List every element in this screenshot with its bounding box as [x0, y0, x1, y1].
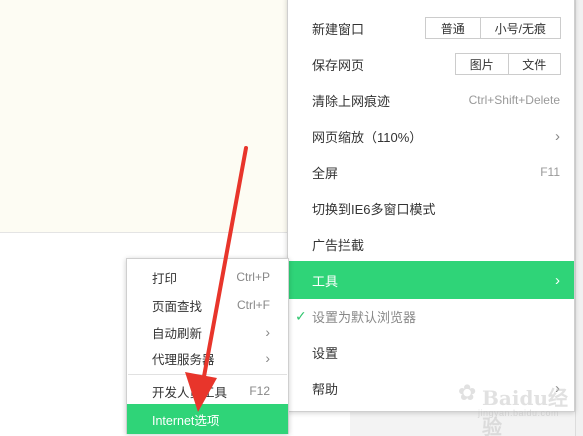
print-shortcut: Ctrl+P [236, 270, 270, 284]
help-label: 帮助 [312, 381, 339, 397]
chevron-right-icon: › [265, 324, 270, 340]
baidu-jingyan-watermark: ✿ Baidu经验 jingyan.baidu.com [448, 380, 568, 436]
internet-options-label: Internet选项 [152, 413, 220, 428]
menu-item-zoom[interactable]: 网页缩放（110%） › [288, 118, 574, 154]
ad-block-label: 广告拦截 [312, 237, 365, 253]
tools-label: 工具 [312, 273, 339, 289]
save-page-label: 保存网页 [312, 57, 365, 73]
new-window-incognito-button[interactable]: 小号/无痕 [479, 18, 560, 38]
save-as-file-button[interactable]: 文件 [507, 54, 561, 74]
browser-main-menu: 新建窗口 普通 小号/无痕 保存网页 图片 文件 清除上网痕迹 Ctrl+Shi… [287, 0, 575, 412]
new-window-normal-button[interactable]: 普通 [426, 18, 480, 38]
menu-item-ad-block[interactable]: 广告拦截 [288, 226, 574, 262]
new-window-label: 新建窗口 [312, 21, 365, 37]
menu-item-set-default-browser[interactable]: ✓ 设置为默认浏览器 [288, 298, 574, 334]
submenu-item-proxy[interactable]: 代理服务器 › [127, 344, 288, 372]
zoom-label: 网页缩放（110%） [312, 129, 423, 145]
window-scrollbar[interactable] [575, 0, 583, 436]
page-background [0, 0, 288, 232]
fullscreen-shortcut: F11 [540, 165, 560, 179]
watermark-subtext: jingyan.baidu.com [478, 408, 560, 418]
page-divider [0, 232, 288, 233]
chevron-right-icon: › [265, 350, 270, 366]
dev-tools-shortcut: F12 [249, 384, 270, 398]
clear-history-label: 清除上网痕迹 [312, 93, 391, 109]
menu-item-fullscreen[interactable]: 全屏 F11 [288, 154, 574, 190]
settings-label: 设置 [312, 345, 339, 361]
find-label: 页面查找 [152, 299, 203, 314]
submenu-item-internet-options[interactable]: Internet选项 [127, 404, 288, 434]
submenu-separator [128, 374, 287, 375]
save-page-buttons: 图片 文件 [455, 53, 561, 75]
submenu-item-dev-tools[interactable]: 开发人员工具 F12 [127, 377, 288, 405]
new-window-buttons: 普通 小号/无痕 [425, 17, 561, 39]
clear-history-shortcut: Ctrl+Shift+Delete [468, 93, 560, 107]
paw-logo-icon: ✿ [458, 380, 477, 405]
submenu-item-find[interactable]: 页面查找 Ctrl+F [127, 291, 288, 319]
dev-tools-label: 开发人员工具 [152, 385, 228, 400]
print-label: 打印 [152, 271, 178, 286]
auto-refresh-label: 自动刷新 [152, 326, 203, 341]
menu-item-clear-history[interactable]: 清除上网痕迹 Ctrl+Shift+Delete [288, 82, 574, 118]
fullscreen-label: 全屏 [312, 165, 339, 181]
ie6-mode-label: 切换到IE6多窗口模式 [312, 201, 436, 217]
menu-item-ie6-mode[interactable]: 切换到IE6多窗口模式 [288, 190, 574, 226]
submenu-item-auto-refresh[interactable]: 自动刷新 › [127, 318, 288, 346]
submenu-item-print[interactable]: 打印 Ctrl+P [127, 263, 288, 291]
checkmark-icon: ✓ [295, 308, 307, 324]
set-default-label: 设置为默认浏览器 [312, 309, 417, 325]
menu-item-tools[interactable]: 工具 › [288, 261, 574, 299]
find-shortcut: Ctrl+F [237, 298, 270, 312]
proxy-label: 代理服务器 [152, 352, 215, 367]
chevron-right-icon: › [555, 271, 560, 289]
tools-submenu: 打印 Ctrl+P 页面查找 Ctrl+F 自动刷新 › 代理服务器 › 开发人… [126, 258, 289, 434]
chevron-right-icon: › [555, 127, 560, 145]
menu-item-settings[interactable]: 设置 [288, 334, 574, 370]
save-as-image-button[interactable]: 图片 [456, 54, 508, 74]
